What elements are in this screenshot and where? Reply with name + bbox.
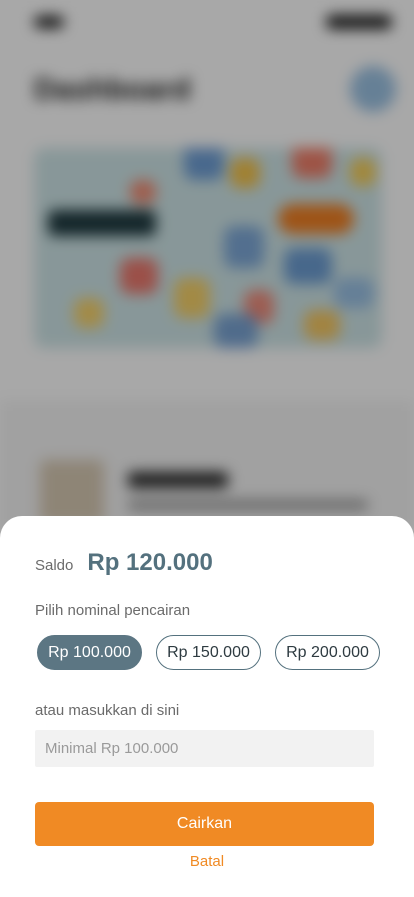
withdraw-bottom-sheet: Saldo Rp 120.000 Pilih nominal pencairan…: [0, 516, 414, 897]
balance-row: Saldo Rp 120.000: [35, 549, 213, 577]
balance-value: Rp 120.000: [87, 549, 213, 576]
choose-amount-label: Pilih nominal pencairan: [35, 602, 191, 619]
withdraw-button[interactable]: Cairkan: [35, 802, 374, 846]
custom-amount-label: atau masukkan di sini: [35, 702, 180, 719]
amount-option-150000[interactable]: Rp 150.000: [156, 635, 261, 670]
custom-amount-input[interactable]: [35, 730, 374, 767]
amount-option-200000[interactable]: Rp 200.000: [275, 635, 380, 670]
cancel-button[interactable]: Batal: [0, 853, 414, 870]
balance-label: Saldo: [35, 557, 74, 574]
amount-options: Rp 100.000 Rp 150.000 Rp 200.000: [37, 635, 381, 671]
amount-option-100000[interactable]: Rp 100.000: [37, 635, 142, 670]
